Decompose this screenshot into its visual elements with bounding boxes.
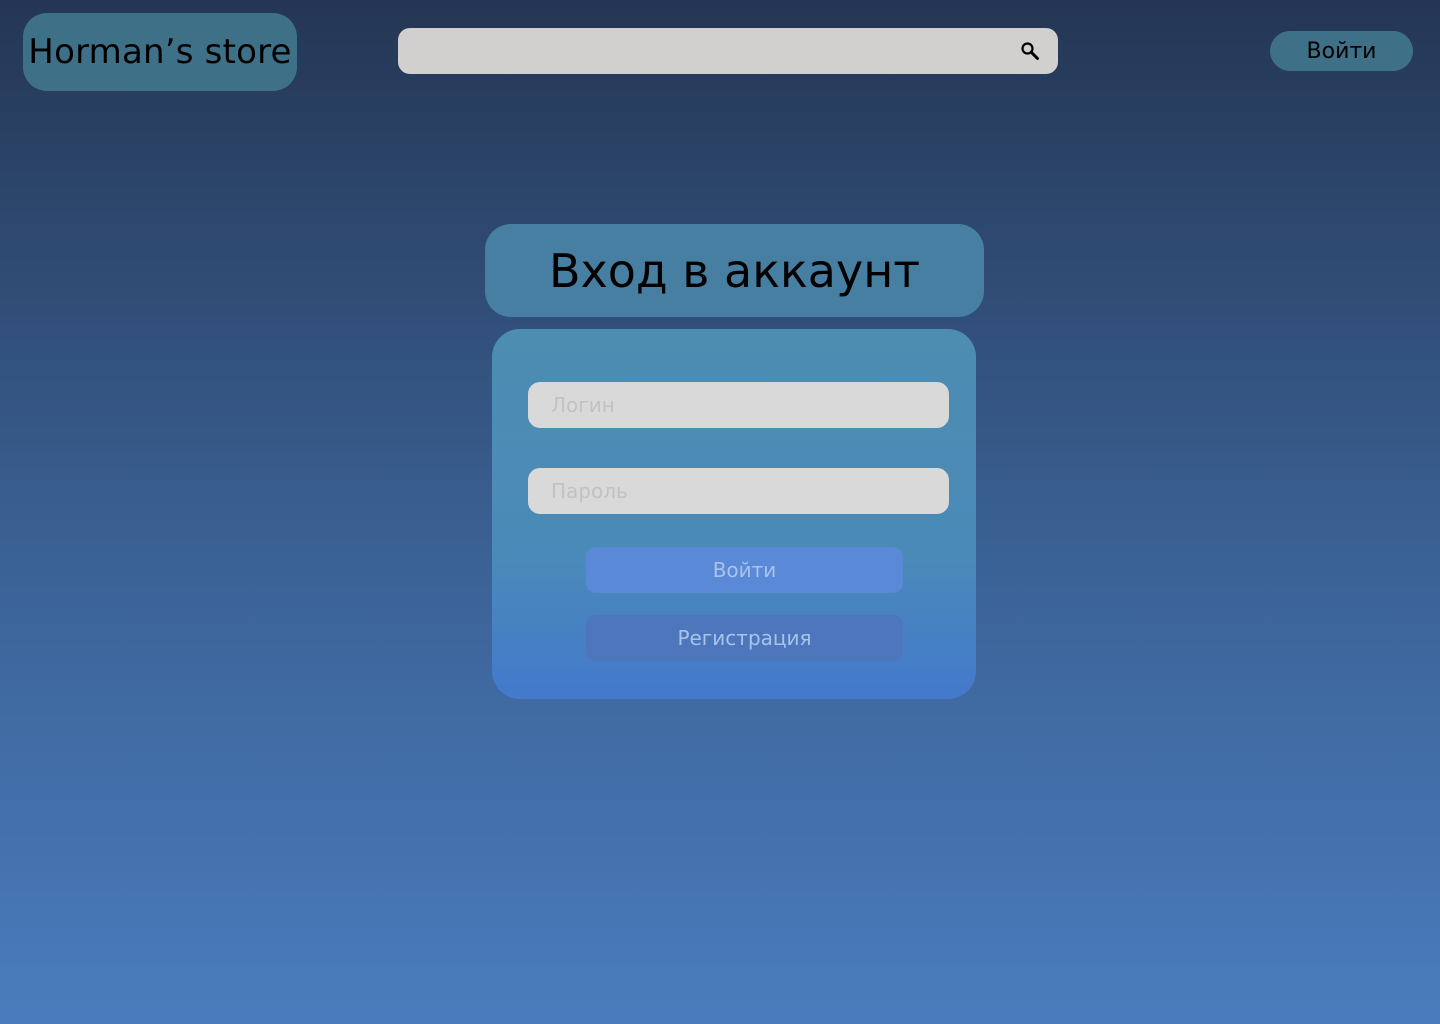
header-login-button[interactable]: Войти: [1270, 31, 1413, 71]
login-form: Войти Регистрация: [492, 329, 976, 699]
login-field[interactable]: [528, 382, 949, 428]
password-field[interactable]: [528, 468, 949, 514]
search-input[interactable]: [398, 28, 998, 74]
title-card: Вход в аккаунт: [485, 224, 984, 317]
search-icon-glyph: [1021, 42, 1039, 60]
store-logo[interactable]: Horman’s store: [23, 13, 297, 91]
login-submit-button[interactable]: Войти: [586, 547, 903, 593]
search-icon[interactable]: [1020, 41, 1040, 61]
register-button[interactable]: Регистрация: [586, 615, 903, 661]
search-bar: [398, 28, 1058, 74]
page-title: Вход в аккаунт: [548, 243, 921, 298]
